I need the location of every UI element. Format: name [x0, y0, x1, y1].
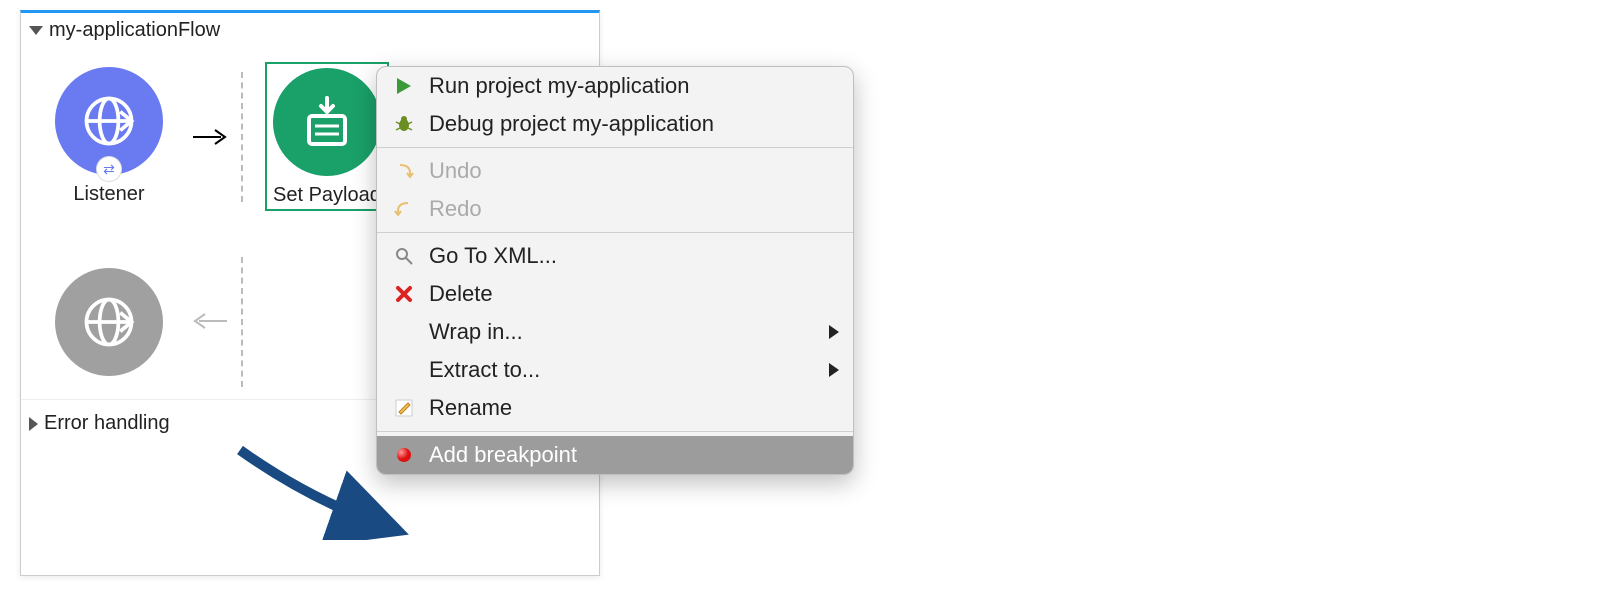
flow-title: my-applicationFlow [49, 19, 220, 42]
download-doc-icon [299, 94, 355, 150]
menu-goto-xml[interactable]: Go To XML... [377, 237, 853, 275]
menu-extract-to[interactable]: Extract to... [377, 351, 853, 389]
menu-goto-xml-label: Go To XML... [429, 243, 557, 269]
menu-redo-label: Redo [429, 196, 482, 222]
menu-extract-label: Extract to... [429, 357, 540, 383]
blank-icon [391, 357, 417, 383]
blank-icon [391, 319, 417, 345]
submenu-arrow-icon [829, 363, 839, 377]
menu-add-breakpoint[interactable]: Add breakpoint [377, 436, 853, 474]
menu-delete[interactable]: Delete [377, 275, 853, 313]
menu-delete-label: Delete [429, 281, 493, 307]
magnifier-icon [391, 243, 417, 269]
menu-undo: Undo [377, 152, 853, 190]
set-payload-label: Set Payload [273, 184, 381, 207]
globe-grey-icon [79, 292, 139, 352]
flow-arrow-icon [193, 127, 227, 147]
undo-icon [391, 158, 417, 184]
exchange-badge-icon: ⇄ [97, 157, 121, 181]
delete-icon [391, 281, 417, 307]
rename-icon [391, 395, 417, 421]
submenu-arrow-icon [829, 325, 839, 339]
menu-separator [377, 431, 853, 432]
menu-redo: Redo [377, 190, 853, 228]
disclosure-open-icon [29, 26, 43, 35]
listener-node[interactable]: ⇄ Listener [39, 67, 179, 206]
menu-add-breakpoint-label: Add breakpoint [429, 442, 577, 468]
flow-separator [241, 72, 243, 202]
breakpoint-icon [391, 442, 417, 468]
menu-wrap-in[interactable]: Wrap in... [377, 313, 853, 351]
globe-icon [79, 91, 139, 151]
menu-undo-label: Undo [429, 158, 482, 184]
listener-label: Listener [73, 183, 144, 206]
menu-wrap-label: Wrap in... [429, 319, 523, 345]
inactive-node[interactable] [39, 268, 179, 376]
menu-debug-project[interactable]: Debug project my-application [377, 105, 853, 143]
redo-icon [391, 196, 417, 222]
inactive-icon [55, 268, 163, 376]
selection-outline: Set Payload [265, 62, 389, 211]
disclosure-closed-icon [29, 417, 38, 431]
flow-separator-2 [241, 257, 243, 387]
menu-rename-label: Rename [429, 395, 512, 421]
error-handling-label: Error handling [44, 412, 170, 435]
flow-arrow-back-icon [193, 306, 227, 338]
menu-run-project[interactable]: Run project my-application [377, 67, 853, 105]
menu-debug-label: Debug project my-application [429, 111, 714, 137]
flow-title-row[interactable]: my-applicationFlow [21, 13, 599, 48]
context-menu: Run project my-application Debug project… [376, 66, 854, 475]
set-payload-icon [273, 68, 381, 176]
run-icon [391, 73, 417, 99]
menu-run-label: Run project my-application [429, 73, 689, 99]
menu-rename[interactable]: Rename [377, 389, 853, 427]
menu-separator [377, 232, 853, 233]
bug-icon [391, 111, 417, 137]
menu-separator [377, 147, 853, 148]
listener-icon: ⇄ [55, 67, 163, 175]
